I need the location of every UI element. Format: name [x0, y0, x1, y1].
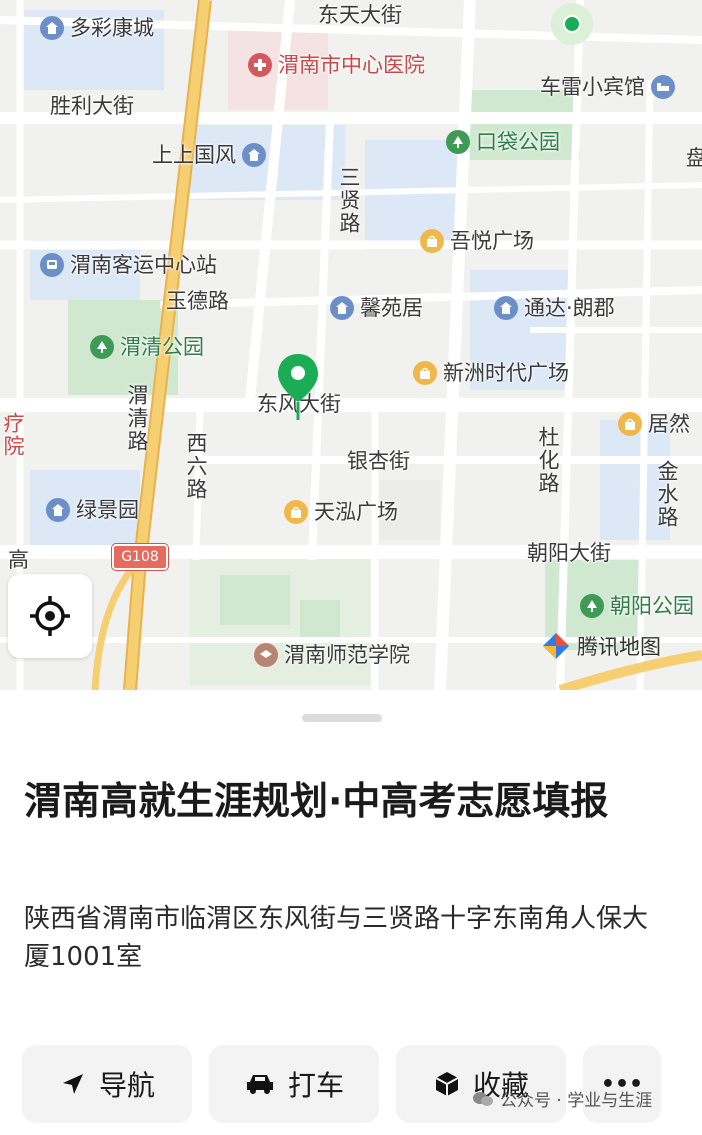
hospital-icon: [248, 53, 272, 77]
crosshair-locate-icon: [30, 596, 70, 636]
location-pin-icon[interactable]: [276, 352, 320, 426]
poi-wuyue[interactable]: 吾悦广场: [420, 229, 534, 253]
home-icon: [46, 498, 70, 522]
navigate-button[interactable]: 导航: [22, 1045, 192, 1123]
bed-icon: [651, 75, 675, 99]
shopping-bag-icon: [420, 229, 444, 253]
tencent-map-icon: [543, 633, 569, 659]
poi-shangshang[interactable]: 上上国风: [152, 143, 266, 167]
cube-box-icon: [435, 1072, 459, 1096]
bus-icon: [40, 253, 64, 277]
poi-juran[interactable]: 居然: [618, 412, 690, 436]
poi-xinyuan[interactable]: 馨苑居: [330, 296, 423, 320]
drag-handle[interactable]: [302, 714, 382, 722]
map-view[interactable]: 东天大街 胜利大街 玉德路 东风大街 银杏街 朝阳大街 高 盘 疗院 三贤路 渭…: [0, 0, 702, 690]
home-icon: [330, 296, 354, 320]
locate-me-button[interactable]: [8, 574, 92, 658]
tree-icon: [446, 130, 470, 154]
poi-koudai-park[interactable]: 口袋公园: [446, 130, 560, 154]
tree-icon: [580, 594, 604, 618]
home-icon: [494, 296, 518, 320]
poi-label-partial: 疗院: [1, 412, 25, 458]
car-icon: [246, 1075, 273, 1094]
street-label: 朝阳大街: [527, 541, 611, 565]
street-label: 杜化路: [536, 426, 560, 495]
street-label: 三贤路: [337, 166, 361, 235]
poi-tongda[interactable]: 通达·朗郡: [494, 296, 615, 320]
poi-normal-university[interactable]: 渭南师范学院: [254, 643, 410, 667]
place-address: 陕西省渭南市临渭区东风街与三贤路十字东南角人保大厦1001室: [24, 904, 649, 972]
poi-keyun[interactable]: 渭南客运中心站: [40, 253, 217, 277]
street-label: 玉德路: [166, 289, 229, 313]
poi-xinzhou[interactable]: 新洲时代广场: [413, 361, 569, 385]
wechat-icon: [473, 1091, 493, 1106]
watermark: 公众号 · 学业与生涯: [472, 1086, 652, 1111]
tree-icon: [90, 335, 114, 359]
poi-hospital[interactable]: 渭南市中心医院: [248, 53, 425, 77]
poi-lvjing[interactable]: 绿景园: [46, 498, 139, 522]
street-label: 银杏街: [347, 449, 410, 473]
shopping-bag-icon: [618, 412, 642, 436]
street-label: 西六路: [184, 432, 208, 501]
more-button[interactable]: •••: [583, 1045, 661, 1123]
shopping-bag-icon: [413, 361, 437, 385]
street-label: 盘: [686, 146, 702, 170]
poi-chelei[interactable]: 车雷小宾馆: [540, 75, 675, 99]
highway-shield: G108: [112, 544, 168, 570]
poi-duocai[interactable]: 多彩康城: [40, 16, 154, 40]
street-label: 胜利大街: [50, 94, 134, 118]
navigation-arrow-icon: [62, 1074, 83, 1094]
street-label: 渭清路: [125, 384, 149, 453]
home-icon: [242, 143, 266, 167]
poi-tianhong[interactable]: 天泓广场: [284, 500, 398, 524]
favorite-button[interactable]: 收藏: [396, 1045, 566, 1123]
street-label: 高: [8, 548, 29, 572]
poi-chaoyang-park[interactable]: 朝阳公园: [580, 594, 694, 618]
street-label: 金水路: [655, 460, 679, 529]
map-provider-logo: 腾讯地图: [541, 631, 661, 661]
home-icon: [40, 16, 64, 40]
street-label: 东天大街: [318, 3, 402, 27]
shopping-bag-icon: [284, 500, 308, 524]
poi-weiqing-park[interactable]: 渭清公园: [90, 335, 204, 359]
place-title: 渭南高就生涯规划·中高考志愿填报: [24, 779, 609, 823]
current-location-dot: [551, 3, 593, 45]
taxi-button[interactable]: 打车: [209, 1045, 379, 1123]
place-detail-panel: 渭南高就生涯规划·中高考志愿填报 陕西省渭南市临渭区东风街与三贤路十字东南角人保…: [0, 690, 702, 1135]
location-dot-icon: [563, 15, 581, 33]
school-icon: [254, 643, 278, 667]
